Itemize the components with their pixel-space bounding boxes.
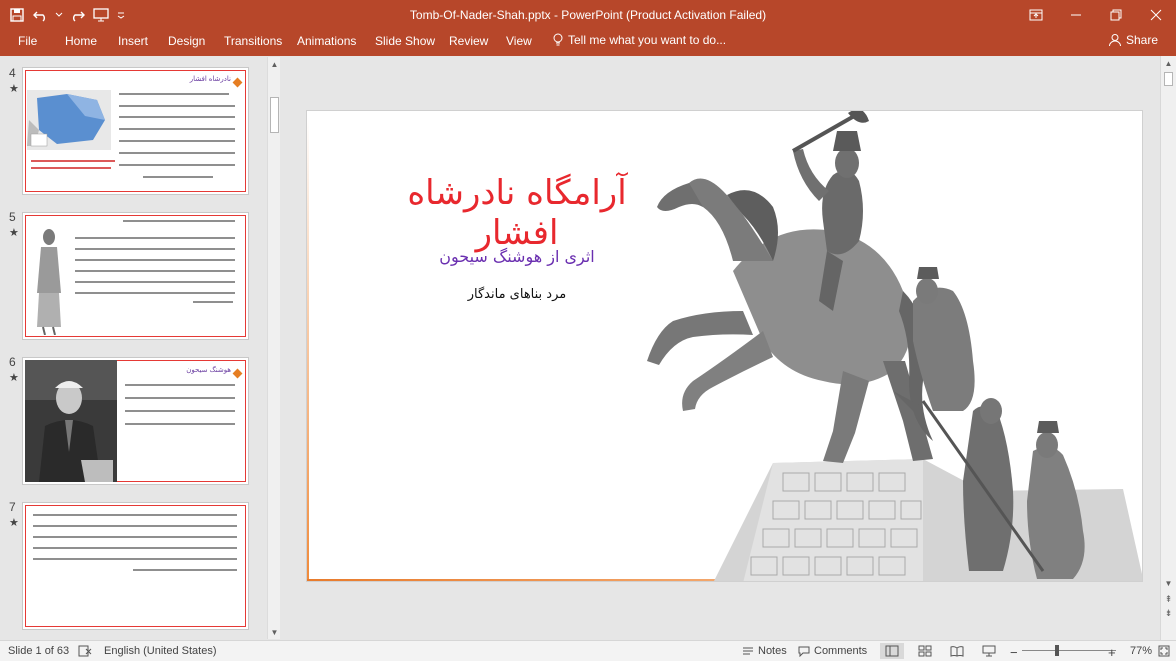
ribbon-display-icon <box>1029 9 1043 21</box>
language-indicator[interactable]: English (United States) <box>104 645 217 657</box>
comment-icon <box>798 646 810 657</box>
thumb-number: 6 <box>9 355 16 369</box>
slide-thumbnail-7[interactable] <box>22 502 249 630</box>
reading-view-icon <box>950 646 964 657</box>
normal-view-icon <box>885 645 899 657</box>
minimize-button[interactable] <box>1056 0 1096 30</box>
notes-icon <box>743 647 753 655</box>
share-label: Share <box>1125 33 1158 47</box>
notes-label: Notes <box>758 645 787 657</box>
fit-to-window-icon <box>1158 645 1170 657</box>
zoom-level[interactable]: 77% <box>1130 645 1152 657</box>
status-bar: Slide 1 of 63 English (United States) No… <box>0 640 1176 661</box>
slide-scrollbar[interactable]: ▲ ▼ ⇞ ⇟ <box>1160 56 1176 640</box>
slide-count[interactable]: Slide 1 of 63 <box>8 645 69 657</box>
zoom-slider[interactable] <box>1022 645 1116 656</box>
animation-star-icon: ★ <box>9 372 19 384</box>
nader-shah-statue-image <box>647 111 1142 581</box>
portrait-photo-image <box>25 360 117 482</box>
normal-view-button[interactable] <box>880 643 904 659</box>
reading-view-button[interactable] <box>950 645 964 657</box>
proofing-icon <box>78 645 92 657</box>
slide-tagline[interactable]: مرد بناهای ماندگار <box>437 287 597 302</box>
ribbon-display-options-button[interactable] <box>1016 0 1056 30</box>
current-slide[interactable]: آرامگاه نادرشاه افشار اثری از هوشنگ سیحو… <box>306 110 1143 582</box>
zoom-in-button[interactable]: + <box>1108 645 1116 660</box>
animation-star-icon: ★ <box>9 517 19 529</box>
restore-icon <box>1110 9 1122 21</box>
tab-transitions[interactable]: Transitions <box>224 34 282 48</box>
minimize-icon <box>1071 14 1081 16</box>
share-button[interactable]: Share <box>1108 33 1158 47</box>
map-image <box>27 90 111 150</box>
tab-view[interactable]: View <box>506 34 532 48</box>
animation-star-icon: ★ <box>9 227 19 239</box>
notes-button[interactable]: Notes <box>742 645 787 657</box>
thumb-number: 5 <box>9 210 16 224</box>
tab-file[interactable]: File <box>18 34 37 48</box>
slide-thumbnail-6[interactable]: هوشنگ سیحون <box>22 357 249 485</box>
tell-me-search[interactable]: Tell me what you want to do... <box>552 33 726 47</box>
thumb-frame <box>25 505 246 627</box>
comments-button[interactable]: Comments <box>798 645 867 657</box>
animation-star-icon: ★ <box>9 83 19 95</box>
scrollbar-thumb[interactable] <box>270 97 279 133</box>
thumbnail-panel-scrollbar[interactable]: ▲ ▼ <box>267 57 280 639</box>
slide-show-button[interactable] <box>982 645 996 657</box>
scrollbar-thumb[interactable] <box>1164 72 1173 86</box>
scroll-up-icon[interactable]: ▲ <box>1163 58 1174 69</box>
restore-button[interactable] <box>1096 0 1136 30</box>
window-controls <box>1016 0 1176 30</box>
tell-me-placeholder: Tell me what you want to do... <box>568 33 727 47</box>
spelling-check-button[interactable] <box>78 645 92 657</box>
lightbulb-icon <box>553 33 563 46</box>
zoom-out-button[interactable]: − <box>1010 645 1018 660</box>
comments-label: Comments <box>814 645 868 657</box>
thumb-number: 7 <box>9 500 16 514</box>
thumb-title: نادرشاه افشار <box>189 76 231 83</box>
tab-animations[interactable]: Animations <box>297 34 356 48</box>
tab-design[interactable]: Design <box>168 34 205 48</box>
tab-slide-show[interactable]: Slide Show <box>375 34 435 48</box>
slide-subtitle[interactable]: اثری از هوشنگ سیحون <box>407 247 627 266</box>
slide-sorter-button[interactable] <box>918 645 932 657</box>
thumb-title: هوشنگ سیحون <box>186 367 231 374</box>
zoom-slider-thumb[interactable] <box>1054 645 1059 656</box>
scroll-up-icon[interactable]: ▲ <box>269 59 280 70</box>
window-title: Tomb-Of-Nader-Shah.pptx - PowerPoint (Pr… <box>409 8 767 22</box>
tab-home[interactable]: Home <box>65 34 97 48</box>
fit-to-window-button[interactable] <box>1158 645 1170 657</box>
tab-insert[interactable]: Insert <box>118 34 148 48</box>
slide-title[interactable]: آرامگاه نادرشاه افشار <box>367 173 667 253</box>
slide-frame-accent <box>307 117 309 581</box>
tab-review[interactable]: Review <box>449 34 488 48</box>
slide-thumbnail-5[interactable] <box>22 212 249 340</box>
slide-sorter-icon <box>918 645 932 657</box>
person-icon <box>1108 34 1121 47</box>
thumb-number: 4 <box>9 66 16 80</box>
ribbon-tabs: File Home Insert Design Transitions Anim… <box>0 30 1176 56</box>
scroll-down-icon[interactable]: ▼ <box>1163 578 1174 589</box>
title-bar: Tomb-Of-Nader-Shah.pptx - PowerPoint (Pr… <box>0 0 1176 30</box>
slide-thumbnail-4[interactable]: نادرشاه افشار <box>22 67 249 195</box>
previous-slide-icon[interactable]: ⇞ <box>1163 594 1174 605</box>
next-slide-icon[interactable]: ⇟ <box>1163 608 1174 619</box>
presenter-icon <box>982 645 996 657</box>
scroll-down-icon[interactable]: ▼ <box>269 627 280 638</box>
close-icon <box>1150 9 1162 21</box>
close-button[interactable] <box>1136 0 1176 30</box>
portrait-figure-image <box>37 229 61 335</box>
